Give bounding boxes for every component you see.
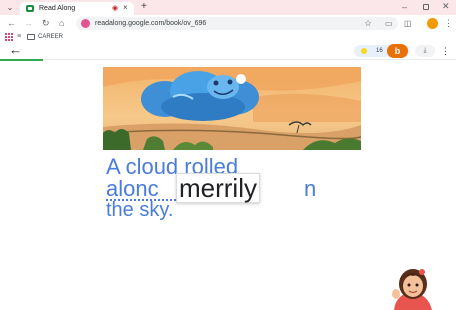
star-icon	[361, 48, 367, 54]
read-along-favicon-icon	[26, 5, 34, 12]
minimize-button[interactable]: –	[402, 1, 407, 13]
apps-grid-icon[interactable]	[5, 33, 13, 41]
folder-icon	[27, 34, 35, 40]
reading-progress-bar	[0, 59, 43, 61]
sidepanel-icon[interactable]: ◫	[404, 16, 412, 31]
story-illustration	[103, 67, 361, 150]
speaker-icon[interactable]: ◉	[112, 3, 118, 14]
chrome-menu-icon[interactable]: ⋮	[444, 16, 453, 31]
reading-list-icon[interactable]: ≡	[17, 33, 21, 41]
back-nav-icon[interactable]: ←	[7, 16, 16, 31]
tab-strip: ⌄ Read Along ◉ × + – ✕	[0, 0, 456, 15]
app-menu-icon[interactable]: ⋮	[441, 43, 450, 59]
tab-read-along[interactable]: Read Along ◉ ×	[20, 2, 134, 15]
profile-avatar[interactable]	[427, 18, 438, 29]
address-bar[interactable]: readalong.google.com/book/ov_696 ☆	[76, 17, 398, 30]
tab-close-icon[interactable]: ×	[123, 2, 128, 14]
site-info-icon[interactable]	[81, 19, 90, 28]
tab-list-chevron-icon[interactable]: ⌄	[4, 2, 16, 13]
tab-title: Read Along	[39, 5, 76, 12]
bookmark-career[interactable]: CAREER	[38, 32, 63, 42]
forward-nav-icon[interactable]: →	[24, 16, 33, 31]
reading-buddy-avatar[interactable]	[384, 264, 442, 310]
home-icon[interactable]: ⌂	[59, 16, 64, 31]
browser-toolbar: ← → ↻ ⌂ readalong.google.com/book/ov_696…	[0, 15, 456, 32]
download-icon[interactable]: ⤓	[415, 45, 435, 57]
story-line-2-end[interactable]: n	[304, 177, 316, 201]
buddy-badge-button[interactable]: b	[387, 44, 408, 58]
new-tab-button[interactable]: +	[141, 1, 147, 13]
browser-window: ⌄ Read Along ◉ × + – ✕ ← → ↻ ⌂ readalong…	[0, 0, 456, 310]
url-text[interactable]: readalong.google.com/book/ov_696	[95, 17, 206, 30]
app-header: ← 16 b ⤓ ⋮	[0, 42, 456, 61]
word-popup[interactable]: merrily	[176, 173, 260, 203]
reload-icon[interactable]: ↻	[42, 16, 50, 31]
bookmarks-bar: ≡ CAREER	[0, 32, 456, 42]
back-arrow-icon[interactable]: ←	[9, 42, 22, 58]
star-count: 16	[376, 48, 383, 54]
story-line-3[interactable]: the sky.	[106, 198, 173, 222]
window-close-button[interactable]: ✕	[442, 0, 450, 13]
maximize-button[interactable]	[423, 4, 429, 10]
cast-icon[interactable]: ▭	[385, 16, 393, 31]
bookmark-star-icon[interactable]: ☆	[364, 17, 372, 30]
